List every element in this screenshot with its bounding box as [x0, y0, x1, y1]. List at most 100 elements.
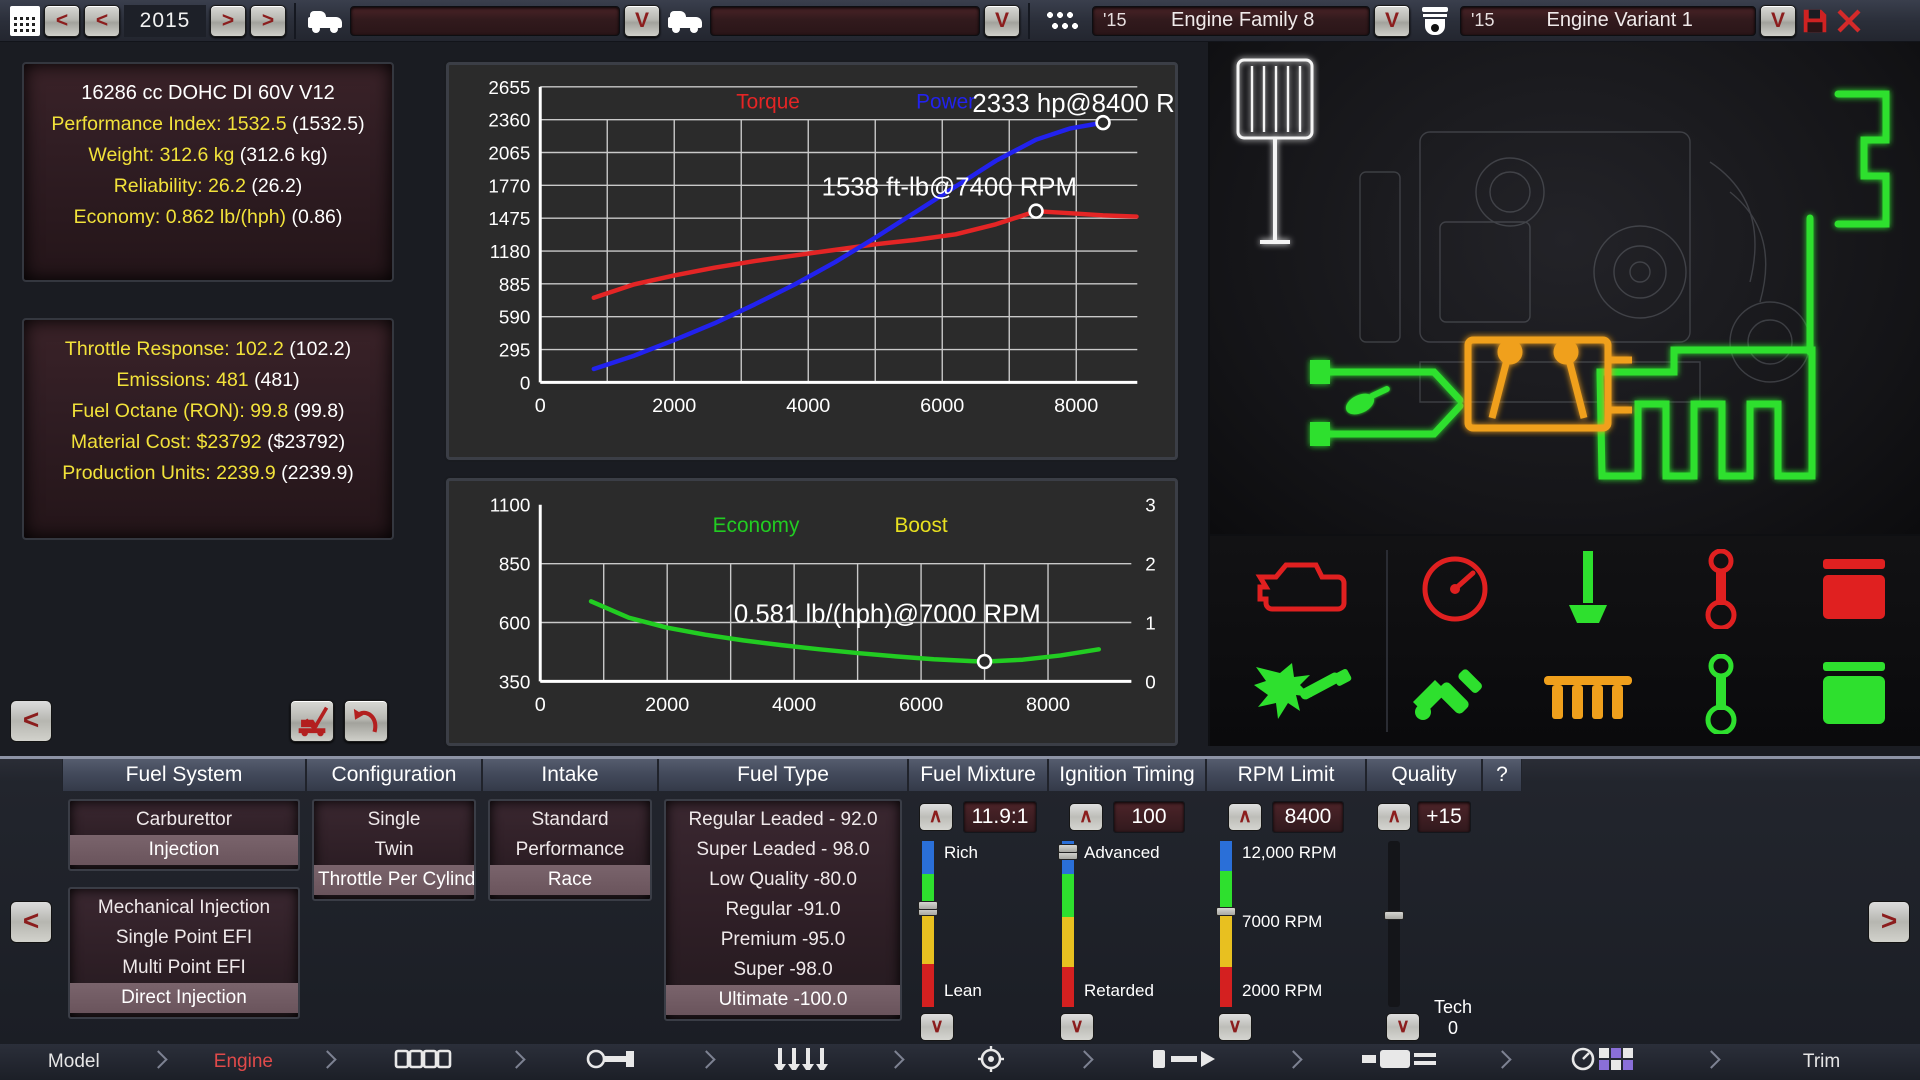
- option-item[interactable]: Low Quality -80.0: [666, 865, 900, 895]
- left-back-button[interactable]: <: [10, 700, 52, 742]
- svg-text:1475: 1475: [488, 208, 530, 229]
- tachometer-icon[interactable]: [1388, 536, 1521, 641]
- slider-handle[interactable]: [1216, 907, 1236, 917]
- decrease-button[interactable]: ∨: [1060, 1013, 1094, 1041]
- car-trim-icon: [668, 8, 702, 34]
- chevron-right-icon: [1283, 1044, 1305, 1080]
- option-item[interactable]: Regular -91.0: [666, 895, 900, 925]
- option-item[interactable]: Carburettor: [70, 805, 298, 835]
- option-item[interactable]: Regular Leaded - 92.0: [666, 805, 900, 835]
- model-selector-field[interactable]: [350, 5, 620, 36]
- option-item[interactable]: Twin: [314, 835, 474, 865]
- undo-icon[interactable]: [344, 700, 388, 742]
- option-item[interactable]: Single: [314, 805, 474, 835]
- option-item[interactable]: Super -98.0: [666, 955, 900, 985]
- nav-item-exhaust-icon[interactable]: [1305, 1044, 1492, 1080]
- svg-text:0: 0: [520, 372, 530, 393]
- nav-item-block-icon[interactable]: [339, 1044, 506, 1080]
- stat-row: Throttle Response: 102.2 (102.2): [30, 334, 386, 365]
- option-item[interactable]: Direct Injection: [70, 983, 298, 1013]
- trim-dropdown-button[interactable]: V: [984, 4, 1020, 37]
- slider-track[interactable]: [918, 841, 938, 1007]
- close-icon[interactable]: [1834, 6, 1864, 36]
- decrease-button[interactable]: ∨: [1218, 1013, 1252, 1041]
- nav-item-crank-bottom-end-icon[interactable]: [528, 1044, 695, 1080]
- svg-text:600: 600: [499, 612, 530, 633]
- engine-family-dropdown-button[interactable]: V: [1374, 4, 1410, 37]
- check-engine-icon[interactable]: [1210, 536, 1386, 641]
- nav-item-tune-icon[interactable]: [1514, 1044, 1701, 1080]
- option-item[interactable]: Standard: [490, 805, 650, 835]
- slider-track[interactable]: [1058, 841, 1078, 1007]
- slider-track[interactable]: [1216, 841, 1236, 1007]
- option-item[interactable]: Single Point EFI: [70, 923, 298, 953]
- slider-track[interactable]: [1384, 841, 1404, 1007]
- engine-family-icon: [1044, 9, 1082, 32]
- stat-row: Material Cost: $23792 ($23792): [30, 427, 386, 458]
- option-item[interactable]: Super Leaded - 98.0: [666, 835, 900, 865]
- slider-handle-secondary[interactable]: [918, 900, 938, 910]
- car-check-icon[interactable]: [290, 700, 334, 742]
- slider-segment: [922, 963, 934, 1007]
- model-dropdown-button[interactable]: V: [624, 4, 660, 37]
- option-item[interactable]: Throttle Per Cylinder: [314, 865, 474, 895]
- nav-item-engine[interactable]: Engine: [170, 1044, 318, 1080]
- trim-selector-field[interactable]: [710, 5, 980, 36]
- year-next-decade-button[interactable]: >: [250, 4, 286, 37]
- engine-variant-dropdown-button[interactable]: V: [1760, 4, 1796, 37]
- year-next-button[interactable]: >: [210, 4, 246, 37]
- valve-icon[interactable]: [1521, 536, 1654, 641]
- conrod-icon[interactable]: [1654, 536, 1787, 641]
- calendar-icon[interactable]: [10, 5, 40, 36]
- svg-text:2333 hp@8400 RPM: 2333 hp@8400 RPM: [972, 90, 1175, 118]
- slider-segment: [1062, 967, 1074, 1007]
- options-next-page-button[interactable]: >: [1868, 901, 1910, 943]
- spark-plug-icon[interactable]: [1210, 641, 1386, 746]
- fuel-injector-icon[interactable]: [1388, 641, 1521, 746]
- piston-green-icon[interactable]: [1787, 641, 1920, 746]
- slider-handle[interactable]: [1384, 910, 1404, 920]
- option-item[interactable]: Race: [490, 865, 650, 895]
- nav-item-fuel-system-icon[interactable]: [1096, 1044, 1283, 1080]
- increase-button[interactable]: ∧: [1377, 803, 1412, 831]
- decrease-button[interactable]: ∨: [1386, 1013, 1420, 1041]
- stat-label: Emissions: 481: [116, 369, 249, 391]
- stat-label: Fuel Octane (RON): 99.8: [71, 400, 289, 422]
- options-prev-page-button[interactable]: <: [10, 901, 52, 943]
- exhaust-icon: [1360, 1048, 1438, 1076]
- option-item[interactable]: Performance: [490, 835, 650, 865]
- nav-item-head-valves-icon[interactable]: [718, 1044, 885, 1080]
- bottom-navigation-bar: Model Engine Trim: [0, 1044, 1920, 1080]
- engine-family-field[interactable]: '15 Engine Family 8: [1092, 5, 1370, 36]
- year-prev-decade-button[interactable]: <: [44, 4, 80, 37]
- option-item[interactable]: Multi Point EFI: [70, 953, 298, 983]
- decrease-button[interactable]: ∨: [920, 1013, 954, 1041]
- conrod-green-icon[interactable]: [1654, 641, 1787, 746]
- increase-button[interactable]: ∧: [1228, 803, 1262, 831]
- nav-item-model[interactable]: Model: [0, 1044, 148, 1080]
- piston-top-icon[interactable]: [1787, 536, 1920, 641]
- engine-variant-field[interactable]: '15 Engine Variant 1: [1460, 5, 1756, 36]
- option-item[interactable]: Ultimate -100.0: [666, 985, 900, 1015]
- nav-item-valvetrain-icon[interactable]: [907, 1044, 1074, 1080]
- stat-label: Weight: 312.6 kg: [88, 144, 235, 166]
- save-icon[interactable]: [1800, 6, 1830, 36]
- nav-item-trim[interactable]: Trim: [1723, 1044, 1920, 1080]
- increase-button[interactable]: ∧: [918, 803, 953, 831]
- camshaft-icon[interactable]: [1521, 641, 1654, 746]
- option-item[interactable]: Mechanical Injection: [70, 893, 298, 923]
- slider-handle-secondary[interactable]: [1058, 844, 1078, 854]
- column-header: RPM Limit: [1206, 759, 1366, 791]
- increase-button[interactable]: ∧: [1069, 803, 1103, 831]
- option-item[interactable]: Injection: [70, 835, 298, 865]
- slider-segment: [1220, 914, 1232, 968]
- option-item[interactable]: Premium -95.0: [666, 925, 900, 955]
- chevron-right-icon: [506, 1044, 528, 1080]
- svg-text:0: 0: [535, 395, 546, 417]
- tune-icon: [1571, 1046, 1645, 1078]
- year-prev-button[interactable]: <: [84, 4, 120, 37]
- svg-text:2065: 2065: [488, 142, 530, 163]
- engine-schematic[interactable]: [1208, 42, 1920, 534]
- stat-label: Production Units: 2239.9: [62, 462, 276, 484]
- help-button[interactable]: ?: [1482, 759, 1522, 791]
